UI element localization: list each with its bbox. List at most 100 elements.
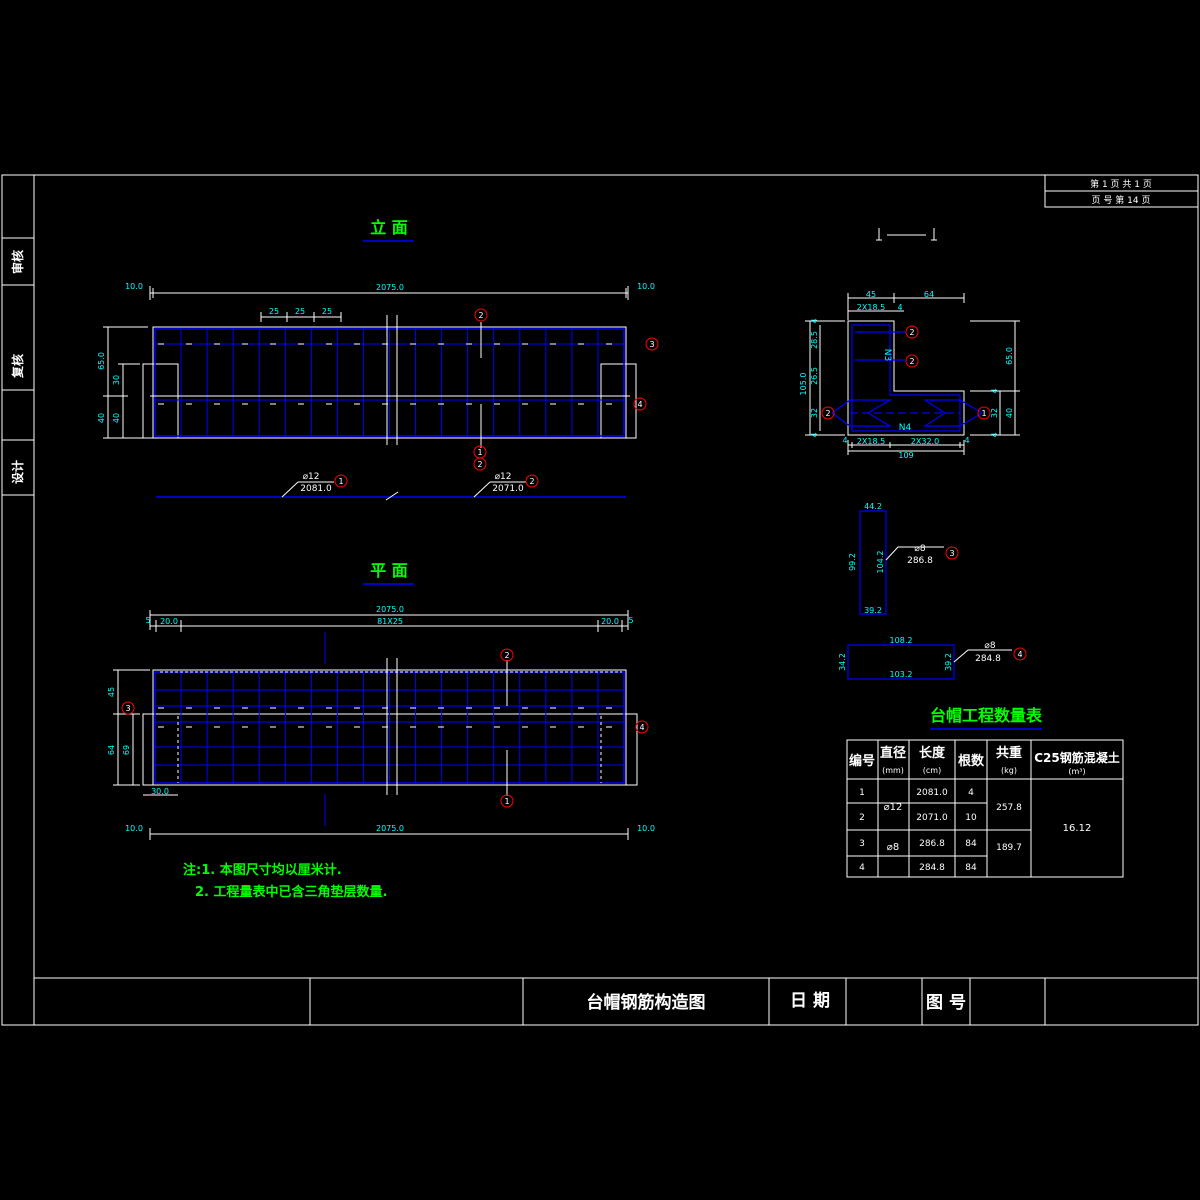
cross-section: 45 64 2X18.5 4 4 28.5 26.5 105.0 32 4 65… [799,228,1020,460]
weight-12: 257.8 [996,803,1022,813]
elev-spacing-3: 25 [322,307,332,316]
bar3-symbol: ⌀8 [914,544,925,554]
th-dia: 直径 [880,745,906,761]
th-weight: 共重 [996,745,1022,761]
row4-no: 4 [859,863,865,873]
plan-dim-20-left: 20.0 [160,617,178,626]
elev-dim-30: 30 [112,375,121,385]
plan-dim-bottom-right: 10.0 [637,824,655,833]
plan-mark-3: 3 [125,704,130,713]
bar3-dim-bottom: 39.2 [864,606,882,615]
plan-dim-total: 2075.0 [376,605,404,614]
row4-count: 84 [965,863,977,873]
th-concrete-unit: (m³) [1068,767,1085,776]
row1-count: 4 [968,788,974,798]
sec-label-n4: N4 [899,423,912,433]
sec-dim-64: 64 [924,290,934,299]
side-label-design: 设计 [10,460,25,484]
sec-dim-left-4a: 4 [810,318,819,323]
elev-dim-height-top: 65.0 [97,352,106,370]
bar2-length: 2071.0 [492,484,524,494]
plan-dim-5-left: 5 [145,616,150,625]
sec-dim-right-65: 65.0 [1005,347,1014,365]
sec-dim-bot-2x32: 2X32.0 [911,437,939,446]
bar1-symbol: ⌀12 [303,472,320,482]
date-label: 日 期 [790,991,830,1011]
table-title: 台帽工程数量表 [930,706,1043,725]
plan-dim-20-right: 20.0 [601,617,619,626]
elevation-title: 立 面 [370,218,408,237]
side-label-review: 审核 [10,250,25,274]
elev-dim-left-end: 10.0 [125,282,143,291]
th-no: 编号 [849,753,875,769]
sec-dim-bot-4b: 4 [964,436,969,445]
elev-mark-4: 4 [637,400,642,409]
sec-mark-1: 1 [981,409,986,418]
th-count: 根数 [958,753,985,769]
elev-dim-right-end: 10.0 [637,282,655,291]
drawing-canvas: 审核 复核 设计 第 1 页 共 1 页 页 号 第 14 页 台帽钢筋构造图 … [1,174,1199,1026]
row1-no: 1 [859,788,865,798]
plan-view: 2075.0 5 20.0 81X25 20.0 5 45 64 69 30.0… [107,605,655,840]
sec-dim-4-top: 4 [897,303,902,312]
sec-label-n3: N3 [882,349,892,361]
sec-dim-left-26: 26.5 [810,367,819,385]
sec-dim-right-4a: 4 [990,388,999,393]
sec-dim-bot-109: 109 [898,451,913,460]
bar3-length: 286.8 [907,556,933,566]
elev-mark-2-top: 2 [478,311,483,320]
bar4-symbol: ⌀8 [984,641,995,651]
side-label-check: 复核 [10,354,25,379]
bar2-mark: 2 [529,477,534,486]
page-number: 页 号 第 14 页 [1092,194,1151,206]
bar4-mark: 4 [1017,650,1022,659]
bar3-detail: 44.2 99.2 104.2 39.2 ⌀8 286.8 3 [848,502,959,615]
sec-mark-2a: 2 [909,328,914,337]
sec-dim-bot-4a: 4 [842,436,847,445]
plan-dim-45: 45 [107,687,116,697]
row2-length: 2071.0 [916,813,948,823]
sec-dim-right-40: 40 [1005,408,1014,418]
page-count: 第 1 页 共 1 页 [1090,178,1152,190]
bar4-detail: 108.2 34.2 39.2 103.2 ⌀8 284.8 4 [838,636,1027,680]
row2-count: 10 [965,813,977,823]
bar4-length: 284.8 [975,654,1001,664]
dia-8: ⌀8 [887,842,899,853]
sec-dim-left-4b: 4 [810,432,819,437]
th-length-unit: (cm) [923,766,941,775]
th-length: 长度 [919,745,946,761]
sec-dim-right-4b: 4 [990,432,999,437]
bar4-dim-bottom: 103.2 [890,670,913,679]
elev-mark-2-bottom: 2 [477,460,482,469]
bar1-length: 2081.0 [300,484,332,494]
bar4-dim-right: 39.2 [944,653,953,671]
plan-mark-1: 1 [504,797,509,806]
sec-dim-left-32: 32 [810,408,819,418]
th-weight-unit: (kg) [1001,766,1017,775]
elev-dim-40a: 40 [97,413,106,423]
elev-spacing-1: 25 [269,307,279,316]
note-2: 2. 工程量表中已含三角垫层数量. [195,884,387,900]
th-concrete: C25钢筋混凝土 [1034,750,1120,765]
bar3-dim-right: 104.2 [876,551,885,574]
weight-8: 189.7 [996,843,1022,853]
bar4-dim-left: 34.2 [838,653,847,671]
row3-count: 84 [965,839,977,849]
drawing-title: 台帽钢筋构造图 [587,992,706,1013]
sec-dim-bot-2x18: 2X18.5 [857,437,885,446]
sec-dim-left-28: 28.5 [810,331,819,349]
row3-length: 286.8 [919,839,945,849]
plan-dim-5-right: 5 [628,616,633,625]
main-bar-detail: ⌀12 2081.0 1 ⌀12 2071.0 2 [156,472,626,501]
elev-dim-40b: 40 [112,413,121,423]
plan-mark-4: 4 [639,723,644,732]
number-label: 图 号 [926,993,966,1013]
sec-mark-2b: 2 [909,357,914,366]
elev-mark-1: 1 [477,448,482,457]
plan-mark-2: 2 [504,651,509,660]
drawing-frame [1,174,1199,1026]
row1-length: 2081.0 [916,788,948,798]
plan-dim-69: 69 [122,745,131,755]
bar3-dim-left: 99.2 [848,553,857,571]
elev-dim-total: 2075.0 [376,283,404,292]
